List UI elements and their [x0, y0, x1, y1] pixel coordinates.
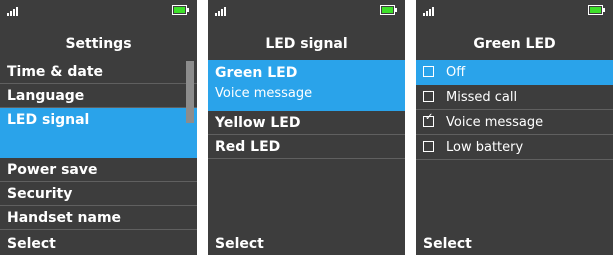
menu-item-language[interactable]: Language — [0, 84, 197, 108]
menu-item-red-led[interactable]: Red LED — [208, 135, 405, 159]
signal-icon — [215, 7, 227, 16]
option-voice-message[interactable]: Voice message — [416, 110, 613, 135]
led-menu: Green LED Voice message Yellow LED Red L… — [208, 60, 405, 159]
screen-title: LED signal — [265, 36, 348, 52]
menu-item-yellow-led[interactable]: Yellow LED — [208, 111, 405, 135]
option-label: Low battery — [446, 140, 524, 155]
status-bar — [208, 0, 405, 32]
checkbox-checked-icon[interactable] — [423, 112, 434, 127]
menu-item-sublabel: Voice message — [215, 86, 313, 101]
softkey-select[interactable]: Select — [215, 236, 264, 252]
menu-item-led-signal[interactable]: LED signal — [0, 108, 197, 158]
status-bar — [416, 0, 613, 32]
checkbox-icon[interactable] — [423, 66, 434, 77]
screen-title: Settings — [65, 36, 132, 52]
option-label: Voice message — [446, 115, 544, 130]
menu-item-label: Green LED — [215, 65, 298, 81]
option-off[interactable]: Off — [416, 60, 613, 85]
checkbox-icon[interactable] — [423, 91, 434, 102]
settings-screen: Settings Time & date Language LED signal… — [0, 0, 197, 255]
battery-icon — [380, 5, 397, 15]
softkey-select[interactable]: Select — [423, 236, 472, 252]
screen-title: Green LED — [473, 36, 556, 52]
option-label: Off — [446, 65, 466, 80]
scrollbar[interactable] — [186, 61, 194, 123]
option-low-battery[interactable]: Low battery — [416, 135, 613, 160]
menu-item-handset-name[interactable]: Handset name — [0, 206, 197, 230]
menu-item-time-date[interactable]: Time & date — [0, 60, 197, 84]
signal-icon — [423, 7, 435, 16]
led-signal-screen: LED signal Green LED Voice message Yello… — [208, 0, 405, 255]
status-bar — [0, 0, 197, 32]
checkbox-icon[interactable] — [423, 141, 434, 152]
green-led-screen: Green LED Off Missed call Voice message … — [416, 0, 613, 255]
menu-item-security[interactable]: Security — [0, 182, 197, 206]
option-label: Missed call — [446, 90, 518, 105]
menu-item-green-led[interactable]: Green LED Voice message — [208, 60, 405, 111]
green-led-options: Off Missed call Voice message Low batter… — [416, 60, 613, 160]
option-missed-call[interactable]: Missed call — [416, 85, 613, 110]
softkey-select[interactable]: Select — [7, 236, 56, 252]
menu-item-power-save[interactable]: Power save — [0, 158, 197, 182]
settings-menu: Time & date Language LED signal Power sa… — [0, 60, 197, 230]
battery-icon — [588, 5, 605, 15]
battery-icon — [172, 5, 189, 15]
signal-icon — [7, 7, 19, 16]
